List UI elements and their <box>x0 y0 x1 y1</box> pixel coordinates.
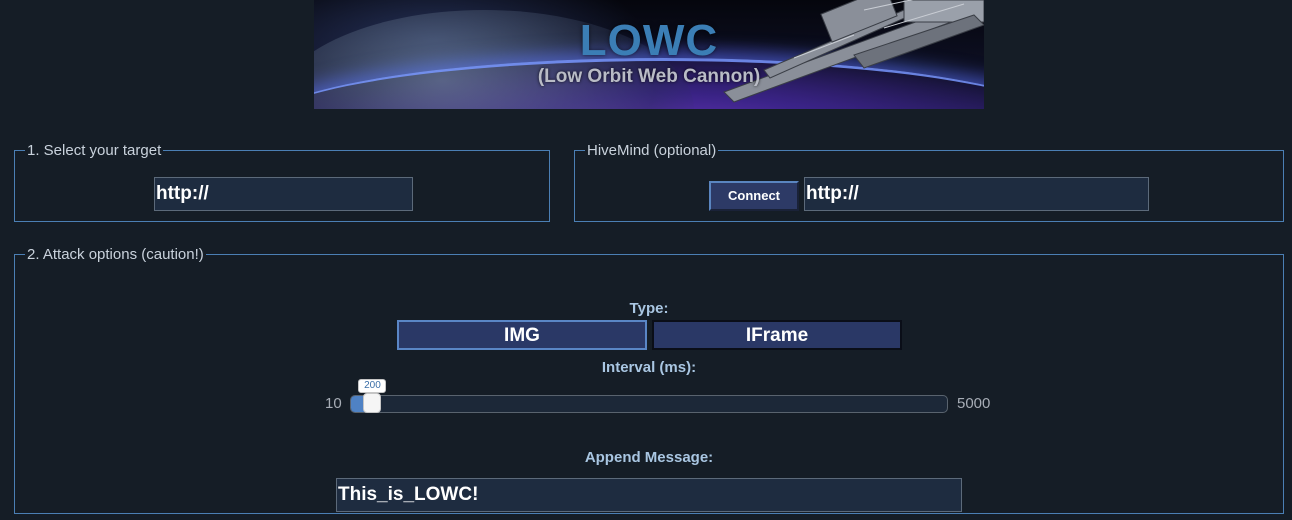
type-img-button[interactable]: IMG <box>397 320 647 350</box>
append-message-label: Append Message: <box>584 449 714 466</box>
type-iframe-button[interactable]: IFrame <box>652 320 902 350</box>
app-title: LOWC <box>579 16 719 65</box>
interval-value-tooltip: 200 <box>358 379 387 393</box>
header-banner: LOWC (Low Orbit Web Cannon) <box>314 0 984 109</box>
app-subtitle: (Low Orbit Web Cannon) <box>537 66 761 87</box>
interval-slider-handle[interactable] <box>363 393 382 413</box>
hivemind-legend: HiveMind (optional) <box>587 142 717 159</box>
interval-max-label: 5000 <box>957 395 991 412</box>
target-section: 1. Select your target <box>14 142 550 222</box>
attack-legend: 2. Attack options (caution!) <box>27 246 204 263</box>
interval-slider[interactable]: 200 <box>350 379 948 413</box>
lowc-page: LOWC (Low Orbit Web Cannon) 1. Select yo… <box>0 0 1292 520</box>
target-url-input[interactable] <box>154 177 413 211</box>
type-label: Type: <box>629 300 669 317</box>
interval-label: Interval (ms): <box>601 359 697 376</box>
attack-options-section: 2. Attack options (caution!) Type: IMG I… <box>14 246 1284 514</box>
hivemind-section: HiveMind (optional) Connect <box>574 142 1284 222</box>
append-message-input[interactable] <box>336 478 962 512</box>
hivemind-url-input[interactable] <box>804 177 1149 211</box>
connect-button[interactable]: Connect <box>709 181 799 211</box>
target-legend: 1. Select your target <box>27 142 162 159</box>
interval-min-label: 10 <box>325 395 342 412</box>
